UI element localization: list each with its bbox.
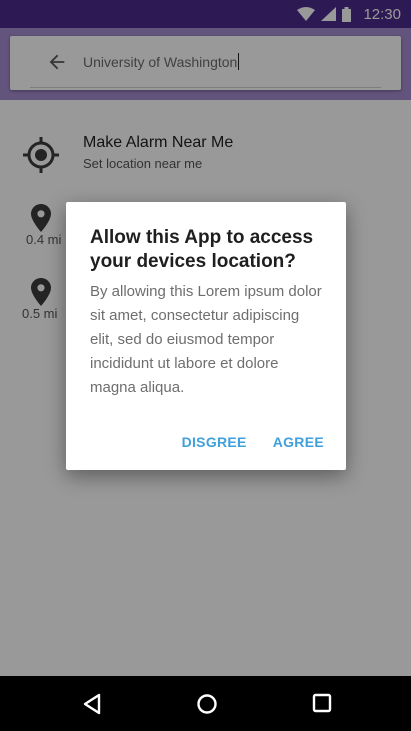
dialog-message: By allowing this Lorem ipsum dolor sit a… [90, 283, 322, 396]
home-circle-icon[interactable] [196, 693, 218, 720]
back-triangle-icon[interactable] [82, 693, 102, 720]
disagree-button[interactable]: DISGREE [176, 430, 253, 454]
recents-square-icon[interactable] [312, 693, 332, 718]
dialog-actions: DISGREE AGREE [176, 430, 330, 454]
navigation-bar [0, 676, 411, 731]
agree-button[interactable]: AGREE [267, 430, 330, 454]
dialog-title: Allow this App to access your devices lo… [90, 227, 314, 272]
permission-dialog: Allow this App to access your devices lo… [66, 202, 346, 470]
